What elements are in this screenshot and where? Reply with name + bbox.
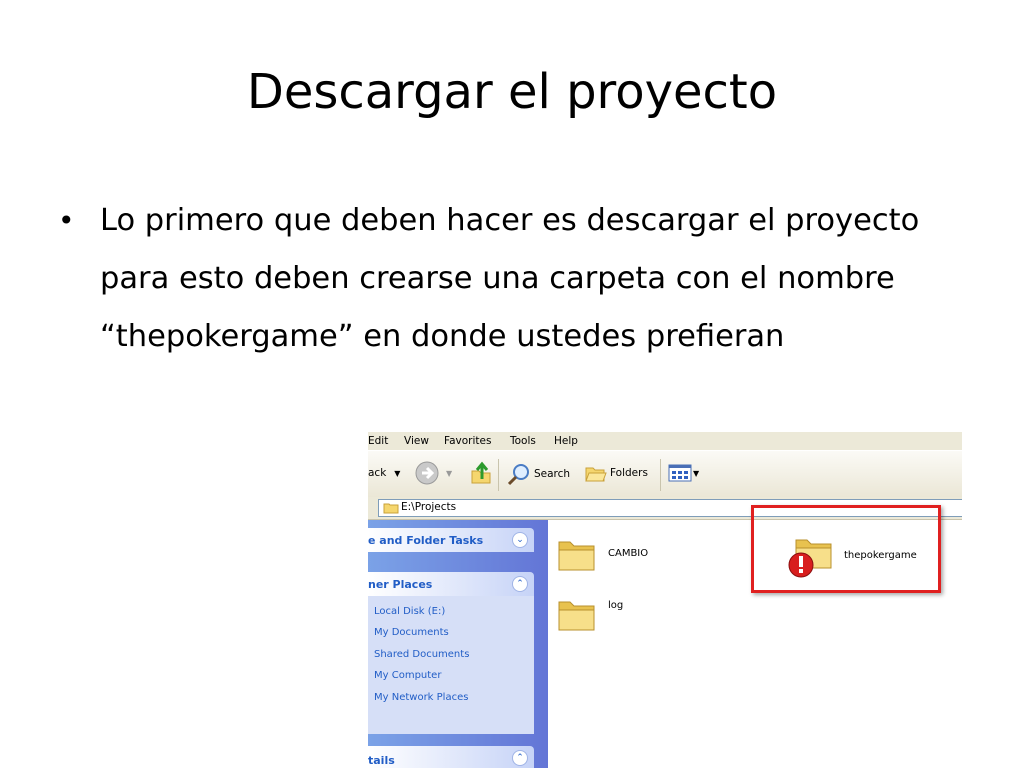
bullet-text: Lo primero que deben hacer es descargar … bbox=[100, 203, 920, 354]
toolbar-separator bbox=[660, 459, 661, 491]
menu-help[interactable]: Help bbox=[554, 435, 578, 447]
file-folder-tasks-header[interactable]: e and Folder Tasks ⌄ bbox=[368, 528, 534, 552]
folders-label: Folders bbox=[610, 467, 648, 479]
place-local-disk[interactable]: Local Disk (E:) bbox=[374, 606, 445, 617]
menu-bar: Edit View Favorites Tools Help bbox=[368, 432, 962, 450]
up-folder-icon bbox=[471, 461, 491, 484]
other-places-list: Local Disk (E:) My Documents Shared Docu… bbox=[368, 596, 534, 734]
toolbar-separator bbox=[498, 459, 499, 491]
menu-favorites[interactable]: Favorites bbox=[444, 435, 491, 447]
views-icon bbox=[668, 464, 692, 482]
menu-edit[interactable]: Edit bbox=[368, 435, 388, 447]
chevron-down-icon[interactable]: ⌄ bbox=[512, 532, 528, 548]
forward-arrow-icon bbox=[415, 461, 439, 485]
search-button[interactable]: Search bbox=[506, 462, 570, 486]
details-title: tails bbox=[368, 754, 395, 767]
place-my-documents[interactable]: My Documents bbox=[374, 627, 449, 638]
explorer-screenshot: Edit View Favorites Tools Help ack ▼ ▼ S… bbox=[368, 432, 962, 768]
menu-view[interactable]: View bbox=[404, 435, 429, 447]
folders-icon bbox=[585, 467, 607, 482]
dropdown-arrow-icon[interactable]: ▼ bbox=[394, 469, 400, 478]
slide-title: Descargar el proyecto bbox=[246, 64, 778, 120]
task-pane: e and Folder Tasks ⌄ ner Places ⌃ Local … bbox=[368, 520, 548, 768]
place-my-network-places[interactable]: My Network Places bbox=[374, 692, 468, 703]
bullet-item: • Lo primero que deben hacer es descarga… bbox=[58, 192, 968, 366]
file-folder-tasks-title: e and Folder Tasks bbox=[368, 534, 484, 547]
folder-icon bbox=[558, 601, 595, 631]
up-folder-button[interactable] bbox=[470, 461, 492, 485]
place-shared-documents[interactable]: Shared Documents bbox=[374, 649, 469, 660]
place-my-computer[interactable]: My Computer bbox=[374, 670, 441, 681]
dropdown-arrow-icon[interactable]: ▼ bbox=[693, 469, 699, 478]
other-places-header[interactable]: ner Places ⌃ bbox=[368, 572, 534, 596]
bullet-dot: • bbox=[58, 204, 75, 237]
folder-icon bbox=[558, 541, 595, 571]
folder-item-log[interactable]: log bbox=[556, 594, 623, 634]
views-button[interactable]: ▼ bbox=[668, 464, 699, 482]
search-label: Search bbox=[534, 468, 571, 480]
folder-name: CAMBIO bbox=[608, 548, 649, 559]
details-header[interactable]: tails ⌃ bbox=[368, 746, 534, 768]
toolbar: ack ▼ ▼ Search Folders ▼ bbox=[368, 450, 962, 498]
highlight-box bbox=[751, 505, 941, 593]
folders-button[interactable]: Folders bbox=[584, 463, 648, 483]
folder-item-cambio[interactable]: CAMBIO bbox=[556, 534, 648, 574]
chevron-up-icon[interactable]: ⌃ bbox=[512, 576, 528, 592]
search-icon bbox=[507, 464, 529, 486]
address-text: E:\Projects bbox=[401, 501, 457, 513]
dropdown-arrow-icon[interactable]: ▼ bbox=[446, 469, 452, 478]
chevron-up-icon[interactable]: ⌃ bbox=[512, 750, 528, 766]
forward-button[interactable]: ▼ bbox=[414, 460, 452, 486]
menu-tools[interactable]: Tools bbox=[510, 435, 536, 447]
other-places-title: ner Places bbox=[368, 578, 433, 591]
back-button[interactable]: ack ▼ bbox=[368, 467, 400, 479]
back-label: ack bbox=[368, 467, 387, 479]
folder-icon bbox=[383, 503, 399, 514]
folder-name: log bbox=[608, 600, 624, 611]
